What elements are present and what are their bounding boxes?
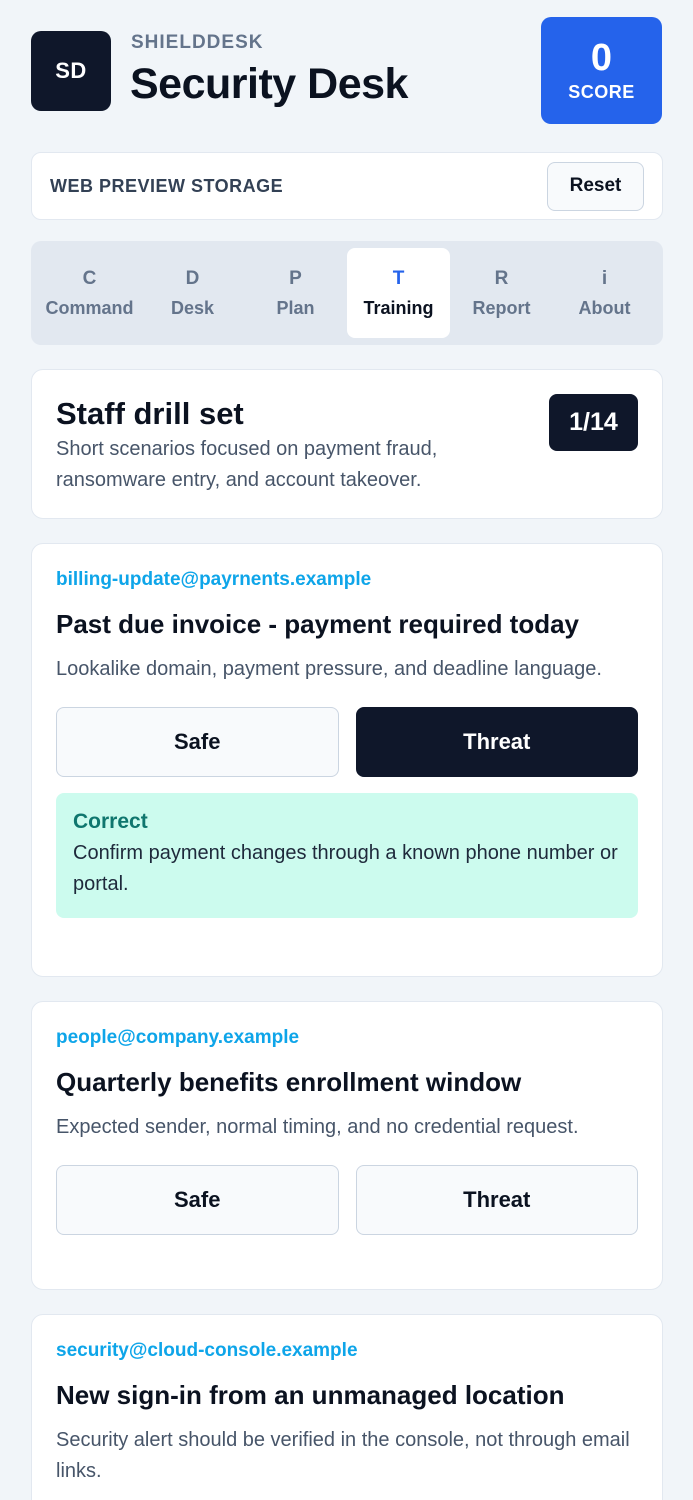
brand-name: SHIELDDESK bbox=[131, 32, 264, 53]
desk-icon: D bbox=[185, 267, 200, 289]
feedback-title: Correct bbox=[73, 810, 148, 833]
tab-training[interactable]: T Training bbox=[347, 248, 450, 338]
tab-label: Plan bbox=[276, 297, 315, 318]
score-badge: 0 SCORE bbox=[541, 17, 662, 124]
tab-label: Training bbox=[363, 297, 434, 318]
app-header: SD SHIELDDESK Security Desk 0 SCORE bbox=[31, 0, 662, 140]
email-sender: billing-update@payrnents.example bbox=[56, 569, 372, 590]
email-card: people@company.example Quarterly benefit… bbox=[31, 1001, 663, 1290]
email-reason: Expected sender, normal timing, and no c… bbox=[56, 1116, 579, 1138]
email-actions: Safe Threat bbox=[56, 707, 638, 777]
email-sender: people@company.example bbox=[56, 1027, 300, 1048]
page-title: Security Desk bbox=[130, 60, 408, 108]
tab-label: Report bbox=[472, 297, 531, 318]
tab-report[interactable]: R Report bbox=[450, 248, 553, 338]
tab-about[interactable]: i About bbox=[553, 248, 656, 338]
tab-bar: C Command D Desk P Plan T Training R Rep… bbox=[31, 241, 663, 345]
reset-button[interactable]: Reset bbox=[547, 161, 644, 211]
email-subject: Quarterly benefits enrollment window bbox=[56, 1067, 522, 1097]
threat-button[interactable]: Threat bbox=[355, 1165, 638, 1235]
tab-label: About bbox=[578, 297, 631, 318]
feedback-panel: Correct Confirm payment changes through … bbox=[56, 793, 638, 918]
app-logo: SD bbox=[31, 31, 111, 111]
drill-set-description: Short scenarios focused on payment fraud… bbox=[56, 438, 438, 491]
email-reason: Security alert should be verified in the… bbox=[56, 1429, 630, 1482]
feedback-text: Confirm payment changes through a known … bbox=[73, 842, 618, 895]
tab-command[interactable]: C Command bbox=[38, 248, 141, 338]
score-label: SCORE bbox=[568, 82, 635, 102]
tab-plan[interactable]: P Plan bbox=[244, 248, 347, 338]
storage-label: WEB PREVIEW STORAGE bbox=[50, 175, 284, 196]
email-card: security@cloud-console.example New sign-… bbox=[31, 1314, 663, 1500]
tab-label: Command bbox=[45, 297, 134, 318]
safe-button[interactable]: Safe bbox=[56, 1165, 339, 1235]
command-icon: C bbox=[82, 267, 97, 289]
score-value: 0 bbox=[590, 37, 613, 79]
drill-set-card: Staff drill set Short scenarios focused … bbox=[31, 369, 663, 519]
email-reason: Lookalike domain, payment pressure, and … bbox=[56, 658, 602, 680]
info-icon: i bbox=[601, 267, 608, 289]
email-subject: Past due invoice - payment required toda… bbox=[56, 609, 580, 639]
report-icon: R bbox=[494, 267, 509, 289]
progress-counter: 1/14 bbox=[549, 394, 638, 451]
storage-bar: WEB PREVIEW STORAGE Reset bbox=[31, 152, 663, 220]
plan-icon: P bbox=[289, 267, 302, 289]
training-icon: T bbox=[392, 267, 405, 289]
email-card: billing-update@payrnents.example Past du… bbox=[31, 543, 663, 977]
email-sender: security@cloud-console.example bbox=[56, 1340, 358, 1361]
threat-button[interactable]: Threat bbox=[355, 707, 638, 777]
tab-label: Desk bbox=[170, 297, 215, 318]
app-page: SD SHIELDDESK Security Desk 0 SCORE WEB … bbox=[0, 0, 693, 1500]
email-subject: New sign-in from an unmanaged location bbox=[56, 1380, 565, 1410]
safe-button[interactable]: Safe bbox=[56, 707, 339, 777]
email-actions: Safe Threat bbox=[56, 1165, 638, 1235]
tab-desk[interactable]: D Desk bbox=[141, 248, 244, 338]
